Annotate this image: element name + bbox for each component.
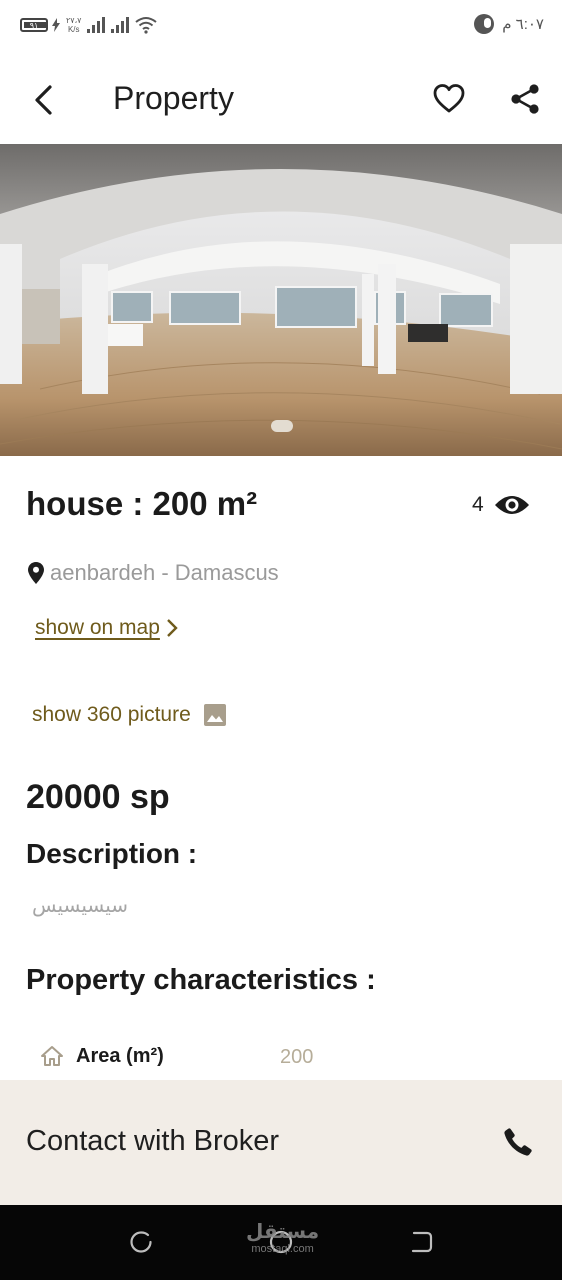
recents-icon[interactable] — [128, 1229, 154, 1255]
status-right: ٦:٠٧ م — [474, 14, 544, 34]
charging-icon — [52, 18, 60, 32]
characteristics-heading: Property characteristics : — [26, 964, 376, 996]
location-text: aenbardeh - Damascus — [50, 560, 279, 585]
share-icon[interactable] — [508, 82, 542, 116]
show-360-picture-button[interactable]: show 360 picture — [32, 703, 227, 727]
property-title: house : 200 m² — [26, 485, 258, 522]
location: aenbardeh - Damascus — [28, 560, 279, 586]
home-icon — [41, 1046, 63, 1066]
characteristic-row-area: Area (m²) 200 — [40, 1043, 540, 1073]
show-360-label: show 360 picture — [32, 703, 191, 726]
app-bar: Property — [0, 56, 562, 144]
battery-level: ٩١ — [29, 20, 39, 30]
net-speed: ٢٧،٧ K/s — [66, 16, 82, 34]
characteristic-label: Area (m²) — [76, 1045, 164, 1067]
chevron-right-icon — [167, 619, 178, 637]
location-pin-icon — [28, 562, 44, 584]
system-nav-bar: مستقل mostaql.com — [0, 1205, 562, 1280]
description-text: سيسيسيس — [32, 893, 129, 917]
description-heading: Description : — [26, 838, 198, 869]
eye-icon — [494, 496, 529, 514]
property-price: 20000 sp — [26, 778, 170, 816]
contact-broker-bar[interactable]: Contact with Broker — [0, 1080, 562, 1205]
show-on-map-label: show on map — [35, 616, 160, 639]
status-bar: ٩١ ٢٧،٧ K/s ٦:٠٧ م — [0, 0, 562, 56]
phone-icon[interactable] — [502, 1126, 534, 1158]
show-on-map-link[interactable]: show on map — [35, 616, 178, 640]
signal-icon — [87, 17, 106, 33]
back-nav-icon[interactable] — [408, 1229, 434, 1255]
signal-icon-2 — [111, 17, 130, 33]
app-notification-icon — [474, 14, 495, 34]
back-arrow-icon[interactable] — [30, 84, 58, 116]
characteristic-value: 200 — [280, 1046, 314, 1068]
page-title: Property — [113, 80, 234, 116]
wifi-icon — [135, 17, 158, 34]
status-left: ٩١ ٢٧،٧ K/s — [20, 16, 158, 34]
image-icon — [203, 704, 226, 726]
battery-icon: ٩١ — [20, 18, 48, 32]
contact-broker-label: Contact with Broker — [26, 1125, 280, 1157]
view-count-value: 4 — [472, 493, 484, 516]
clock: ٦:٠٧ م — [502, 16, 544, 33]
view-count: 4 — [472, 493, 530, 517]
panorama-image[interactable] — [0, 144, 562, 456]
watermark-logo: مستقل mostaql.com — [246, 1219, 320, 1255]
heart-icon[interactable] — [432, 82, 466, 116]
